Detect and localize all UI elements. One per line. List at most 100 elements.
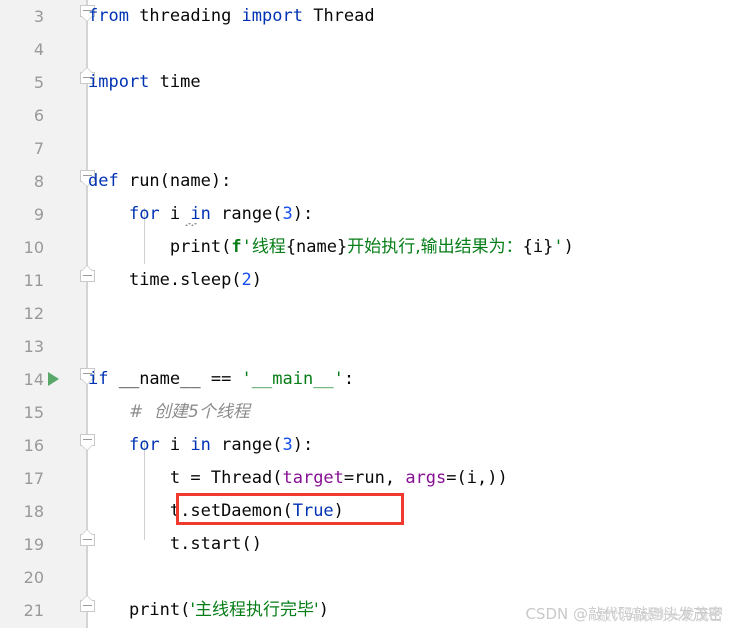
token-fstring-prefix: f: [231, 237, 242, 257]
gutter-row[interactable]: 21: [0, 594, 87, 627]
gutter-row[interactable]: 19: [0, 528, 87, 561]
token-keyword: import: [88, 72, 150, 92]
token-number: 3: [282, 204, 293, 224]
code-line-17[interactable]: t = Thread(target=run, args=(i,)): [88, 462, 508, 495]
gutter-row[interactable]: 17: [0, 462, 87, 495]
gutter-row[interactable]: 9: [0, 198, 87, 231]
token-keyword: for: [128, 435, 160, 455]
code-editor[interactable]: 3 4 5 6 7 8 9 10 11 12 13 14 15 16 17 18…: [0, 0, 729, 628]
line-number: 13: [23, 337, 44, 356]
token-named-arg: target: [282, 468, 344, 488]
gutter-row[interactable]: 14: [0, 363, 87, 396]
token-punct: :: [343, 369, 355, 389]
csdn-watermark: CSDN @敲代码敲到头发茂密 敲代码敲到头发茂密: [525, 603, 723, 624]
token-function: range(: [210, 435, 283, 455]
line-number: 17: [23, 469, 44, 488]
code-line-8[interactable]: def run(name):: [88, 165, 231, 198]
token-punct: ): [251, 270, 263, 290]
token-keyword: def: [88, 171, 119, 191]
gutter-row[interactable]: 12: [0, 297, 87, 330]
token-function: range(: [210, 204, 283, 224]
token-keyword: for: [128, 204, 160, 224]
line-number: 21: [23, 601, 44, 620]
line-number: 11: [23, 271, 44, 290]
gutter-row[interactable]: 16: [0, 429, 87, 462]
token-string-cjk: '主线程执行完毕': [190, 600, 319, 620]
token-keyword: from: [88, 6, 129, 26]
token-function: print(: [169, 237, 232, 257]
token-variable: i: [159, 435, 191, 455]
code-line-5[interactable]: import time: [88, 66, 201, 99]
code-line-19[interactable]: t.start(): [88, 528, 262, 561]
code-line-21[interactable]: print('主线程执行完毕'): [88, 594, 329, 627]
line-number: 6: [33, 106, 44, 125]
token-punct: ):: [292, 435, 314, 455]
token-expression: time.sleep(: [128, 270, 242, 290]
gutter-row[interactable]: 10: [0, 231, 87, 264]
token-punct: ): [563, 237, 574, 257]
inspection-squiggle: [185, 223, 197, 226]
token-call: t.setDaemon(: [169, 501, 293, 521]
token-quote: ': [241, 237, 252, 257]
token-dunder-name: __name__ ==: [108, 369, 242, 389]
token-keyword: in: [190, 435, 211, 455]
gutter-row[interactable]: 18: [0, 495, 87, 528]
line-number: 18: [23, 502, 44, 521]
line-number: 20: [23, 568, 44, 587]
line-number: 7: [33, 139, 44, 158]
token-keyword: in: [190, 204, 211, 224]
gutter-row[interactable]: 7: [0, 132, 87, 165]
gutter-row[interactable]: 13: [0, 330, 87, 363]
code-line-3[interactable]: from threading import Thread: [88, 0, 375, 33]
token-quote: ': [553, 237, 564, 257]
line-number: 4: [33, 40, 44, 59]
watermark-overlay-text: 敲代码敲到头发茂密: [597, 606, 723, 624]
gutter-row[interactable]: 3: [0, 0, 87, 33]
line-number: 9: [33, 205, 44, 224]
token-string-cjk: 线程: [251, 237, 286, 257]
token-interpolation: {name}: [285, 237, 348, 257]
code-line-10[interactable]: print(f'线程{name}开始执行,输出结果为：{i}'): [88, 231, 574, 264]
line-number: 19: [23, 535, 44, 554]
token-keyword: import: [241, 6, 303, 26]
code-line-18[interactable]: t.setDaemon(True): [88, 495, 344, 528]
code-line-11[interactable]: time.sleep(2): [88, 264, 262, 297]
editor-gutter[interactable]: 3 4 5 6 7 8 9 10 11 12 13 14 15 16 17 18…: [0, 0, 87, 628]
line-number: 12: [23, 304, 44, 323]
line-number: 10: [23, 238, 44, 257]
code-line-14[interactable]: if __name__ == '__main__':: [88, 363, 354, 396]
code-line-9[interactable]: for i in range(3):: [88, 198, 313, 231]
token-punct: ):: [292, 204, 314, 224]
code-line-15[interactable]: # 创建5个线程: [88, 396, 250, 429]
token-named-arg: args: [405, 468, 447, 488]
token-string-cjk: 开始执行,输出结果为：: [347, 237, 523, 257]
line-number: 14: [23, 370, 44, 389]
token-assignment: t = Thread(: [169, 468, 283, 488]
token-module: time: [149, 72, 201, 92]
code-line-16[interactable]: for i in range(3):: [88, 429, 313, 462]
gutter-row[interactable]: 11: [0, 264, 87, 297]
code-content[interactable]: from threading import Thread import time…: [88, 0, 729, 628]
gutter-row[interactable]: 15: [0, 396, 87, 429]
token-punct: ): [318, 600, 329, 620]
token-arg-value: =run,: [343, 468, 406, 488]
gutter-row[interactable]: 4: [0, 33, 87, 66]
token-name: Thread: [302, 6, 375, 26]
token-interpolation: {i}: [522, 237, 554, 257]
line-number: 15: [23, 403, 44, 422]
token-number: 3: [282, 435, 293, 455]
token-comment: # 创建5个线程: [128, 402, 250, 422]
token-call: t.start(): [169, 534, 263, 554]
run-play-icon[interactable]: [48, 372, 59, 386]
gutter-row[interactable]: 20: [0, 561, 87, 594]
gutter-row[interactable]: 6: [0, 99, 87, 132]
gutter-row[interactable]: 8: [0, 165, 87, 198]
line-number: 8: [33, 172, 44, 191]
token-string: '__main__': [241, 369, 344, 389]
gutter-row[interactable]: 5: [0, 66, 87, 99]
